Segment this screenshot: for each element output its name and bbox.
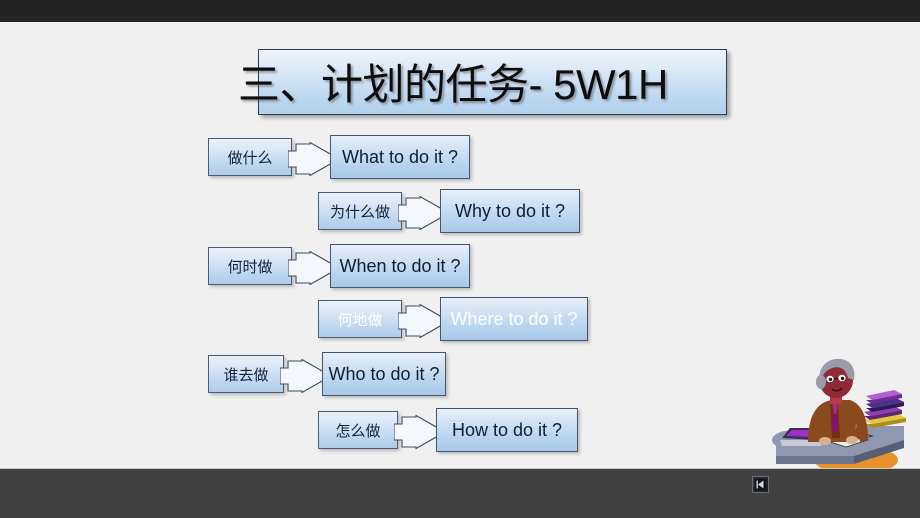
previous-slide-icon[interactable] [752, 476, 769, 493]
flow-row: 为什么做 Why to do it ? [0, 189, 920, 236]
person-studying-at-desk-icon [768, 356, 908, 482]
question-label-en: What to do it ? [330, 135, 470, 179]
flow-row: 何时做 When to do it ? [0, 244, 920, 291]
question-label-en: Who to do it ? [322, 352, 446, 396]
question-label-cn: 怎么做 [318, 411, 398, 449]
viewer-bottom-bar [0, 468, 920, 518]
flow-row: 何地做 Where to do it ? [0, 297, 920, 344]
question-label-en: When to do it ? [330, 244, 470, 288]
question-label-en: How to do it ? [436, 408, 578, 452]
page-title: 三、计划的任务- 5W1H [238, 61, 668, 108]
viewer-top-bar [0, 0, 920, 22]
question-label-en: Where to do it ? [440, 297, 588, 341]
question-label-cn: 为什么做 [318, 192, 402, 230]
question-label-cn: 何地做 [318, 300, 402, 338]
flow-row: 做什么 What to do it ? [0, 135, 920, 182]
question-label-en: Why to do it ? [440, 189, 580, 233]
question-label-cn: 谁去做 [208, 355, 284, 393]
slide-canvas: 三、计划的任务- 5W1H 做什么 What to do it ? 为什么做 Why … [0, 22, 920, 474]
question-label-cn: 做什么 [208, 138, 292, 176]
question-label-cn: 何时做 [208, 247, 292, 285]
